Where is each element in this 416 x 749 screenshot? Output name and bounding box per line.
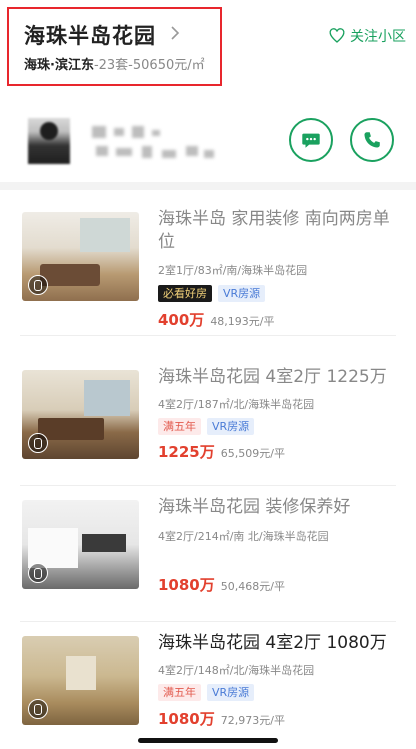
listing-price-row: 1080万 50,468元/平 (158, 574, 285, 595)
agent-info-blurred (92, 124, 222, 164)
chevron-right-icon[interactable] (168, 22, 182, 44)
listing-item[interactable]: 海珠半岛 家用装修 南向两房单位 2室1厅/83㎡/南/海珠半岛花园 必看好房 … (0, 190, 416, 336)
listing-tags: 必看好房 VR房源 (158, 285, 266, 302)
tag-vr: VR房源 (207, 684, 255, 701)
community-subtitle: 海珠·滨江东-23套-50650元/㎡ (24, 54, 205, 73)
vr-icon (28, 275, 48, 295)
listing-price-row: 1225万 65,509元/平 (158, 441, 285, 462)
listing-price-row: 1080万 72,973元/平 (158, 708, 285, 729)
listing-price: 400万 (158, 311, 205, 329)
listing-price-row: 400万 48,193元/平 (158, 309, 275, 330)
listing-unit-price: 48,193元/平 (210, 315, 275, 328)
listing-info: 4室2厅/148㎡/北/海珠半岛花园 (158, 664, 315, 677)
call-button[interactable] (350, 118, 394, 162)
listing-unit-price: 65,509元/平 (220, 447, 285, 460)
listing-photo (22, 636, 139, 725)
agent-card (0, 100, 416, 182)
message-button[interactable] (289, 118, 333, 162)
community-header: 海珠半岛花园 海珠·滨江东-23套-50650元/㎡ 关注小区 (0, 0, 416, 100)
tag-must-see: 必看好房 (158, 285, 212, 302)
listing-title: 海珠半岛花园 4室2厅 1080万 (158, 633, 387, 653)
listing-item[interactable]: 海珠半岛花园 4室2厅 1080万 4室2厅/148㎡/北/海珠半岛花园 满五年… (0, 614, 416, 749)
community-title[interactable]: 海珠半岛花园 (24, 20, 156, 50)
vr-icon (28, 563, 48, 583)
divider (20, 335, 396, 336)
listing-unit-price: 50,468元/平 (220, 580, 285, 593)
follow-label: 关注小区 (350, 29, 406, 45)
tag-five-years: 满五年 (158, 418, 201, 435)
listing-title: 海珠半岛花园 装修保养好 (158, 497, 351, 517)
phone-icon (364, 132, 380, 148)
listing-photo (22, 370, 139, 459)
community-stats: -23套-50650元/㎡ (93, 58, 205, 73)
tag-vr: VR房源 (218, 285, 266, 302)
follow-community-button[interactable]: 关注小区 (328, 26, 406, 46)
tag-five-years: 满五年 (158, 684, 201, 701)
listing-photo (22, 500, 139, 589)
listing-price: 1080万 (158, 576, 215, 594)
listing-title: 海珠半岛 家用装修 南向两房单位 (158, 209, 390, 252)
listing-item[interactable]: 海珠半岛花园 装修保养好 4室2厅/214㎡/南 北/海珠半岛花园 1080万 … (0, 478, 416, 622)
listing-info: 2室1厅/83㎡/南/海珠半岛花园 (158, 264, 308, 277)
listing-info: 4室2厅/187㎡/北/海珠半岛花园 (158, 398, 315, 411)
listing-photo (22, 212, 139, 301)
tag-vr: VR房源 (207, 418, 255, 435)
heart-icon (329, 28, 345, 43)
listing-title: 海珠半岛花园 4室2厅 1225万 (158, 367, 387, 387)
listing-info: 4室2厅/214㎡/南 北/海珠半岛花园 (158, 530, 329, 543)
listing-tags: 满五年 VR房源 (158, 684, 255, 701)
listing-price: 1225万 (158, 443, 215, 461)
vr-icon (28, 699, 48, 719)
agent-avatar (28, 118, 70, 164)
community-location: 海珠·滨江东 (24, 58, 94, 73)
listing-item[interactable]: 海珠半岛花园 4室2厅 1225万 4室2厅/187㎡/北/海珠半岛花园 满五年… (0, 348, 416, 486)
listing-unit-price: 72,973元/平 (220, 714, 285, 727)
home-indicator[interactable] (138, 738, 278, 743)
message-icon (302, 133, 320, 148)
listing-tags: 满五年 VR房源 (158, 418, 255, 435)
section-gap (0, 182, 416, 190)
listing-price: 1080万 (158, 710, 215, 728)
vr-icon (28, 433, 48, 453)
